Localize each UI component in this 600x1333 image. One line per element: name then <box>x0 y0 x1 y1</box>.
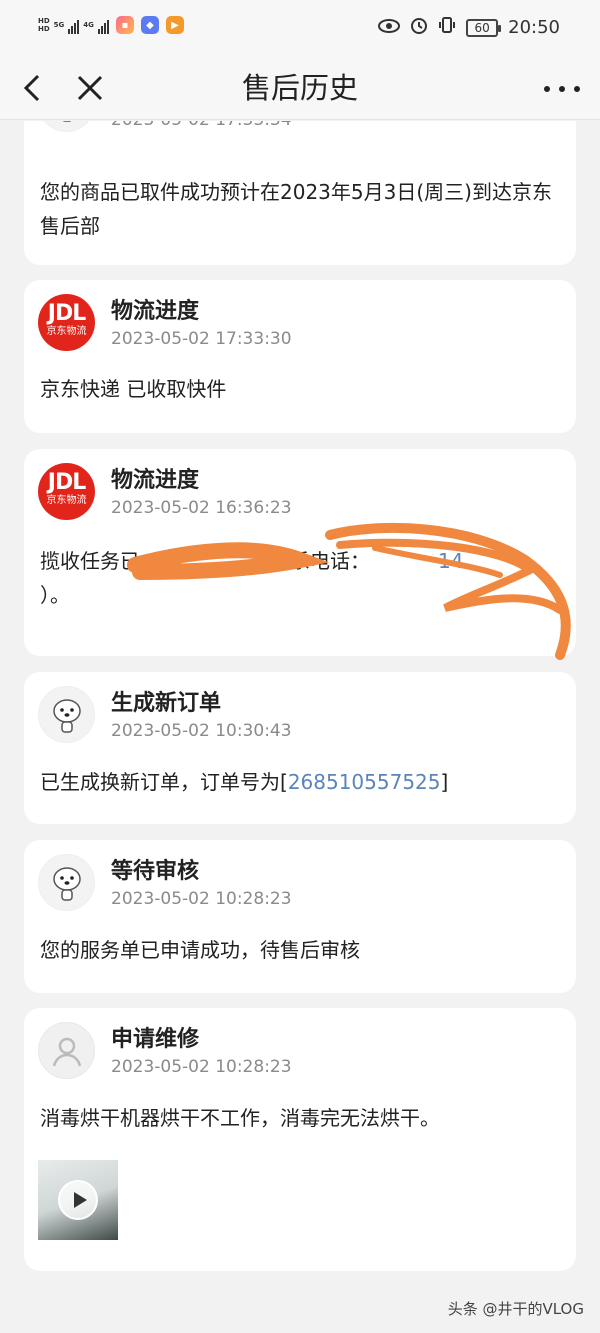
jdl-logo-text: JDL <box>47 470 86 495</box>
more-dots-icon <box>544 86 550 92</box>
card-message: 揽收任务已 系电话： 14 ）。 <box>40 544 560 612</box>
hd-indicators: HD HD <box>38 17 50 33</box>
message-text-close: ] <box>440 770 449 794</box>
card-timestamp: 2023-05-02 10:30:43 <box>111 721 292 741</box>
watermark: 头条 @井干的VLOG <box>447 1300 584 1318</box>
jd-logistics-logo-icon: JDL 京东物流 <box>38 463 95 520</box>
battery-icon: 60 <box>466 18 502 37</box>
history-card-pending-review: 等待审核 2023-05-02 10:28:23 您的服务单已申请成功，待售后审… <box>24 840 576 993</box>
history-card-new-order: 生成新订单 2023-05-02 10:30:43 已生成换新订单，订单号为[2… <box>24 672 576 824</box>
status-bar: HD HD 5G 4G ▪ ◆ ▶ 60 20:50 <box>0 0 600 58</box>
page-title: 售后历史 <box>241 71 358 105</box>
user-placeholder-icon <box>38 1022 95 1079</box>
message-text-middle: 系电话： <box>290 549 370 573</box>
phone-link[interactable]: 14 <box>438 549 463 573</box>
card-message: 您的商品已取件成功预计在2023年5月3日(周三)到达京东售后部 <box>40 180 552 238</box>
hd-indicator-1: HD <box>38 17 50 25</box>
jdl-logo-text: JDL <box>47 301 86 326</box>
more-options-button[interactable] <box>544 74 580 104</box>
card-title: 物流进度 <box>111 468 200 493</box>
card-title: 生成新订单 <box>111 691 222 716</box>
status-bar-right: 60 20:50 <box>378 16 560 39</box>
status-bar-left: HD HD 5G 4G ▪ ◆ ▶ <box>38 16 184 34</box>
after-sales-history-feed[interactable]: 2023-05-02 17:33:34 您的商品已取件成功预计在2023年5月3… <box>0 121 600 1333</box>
card-title: 物流进度 <box>111 299 200 324</box>
message-text-start: 揽收任务已 <box>40 549 140 573</box>
card-message: 京东快递 已收取快件 <box>40 377 227 401</box>
card-timestamp: 2023-05-02 17:33:34 <box>111 121 292 131</box>
card-title: 等待审核 <box>111 859 200 884</box>
alarm-icon <box>410 16 428 39</box>
more-dot-2 <box>559 86 565 92</box>
video-app-icon: ▶ <box>165 16 184 34</box>
jdl-logo-subtext: 京东物流 <box>46 495 87 506</box>
education-app-icon: ◆ <box>140 16 159 34</box>
navigation-bar: 售后历史 <box>0 58 600 120</box>
app-notification-icon: ▪ <box>115 16 134 34</box>
card-message: 您的服务单已申请成功，待售后审核 <box>40 938 360 962</box>
jdl-logo-subtext: 京东物流 <box>46 326 87 337</box>
eye-comfort-icon <box>378 17 401 38</box>
card-timestamp: 2023-05-02 16:36:23 <box>111 498 292 518</box>
history-card-logistics-2: JDL 京东物流 物流进度 2023-05-02 16:36:23 揽收任务已 系… <box>24 449 576 656</box>
card-timestamp: 2023-05-02 17:33:30 <box>111 329 292 349</box>
history-card-repair-request: 申请维修 2023-05-02 10:28:23 消毒烘干机器烘干不工作，消毒完… <box>24 1008 576 1271</box>
more-dot-3 <box>574 86 580 92</box>
network-type-4g: 4G <box>83 21 94 29</box>
order-number-link[interactable]: 268510557525 <box>288 770 441 794</box>
video-thumbnail[interactable] <box>38 1160 118 1240</box>
jd-dog-icon <box>38 686 95 743</box>
history-card-pickup: 2023-05-02 17:33:34 您的商品已取件成功预计在2023年5月3… <box>24 121 576 265</box>
signal-icon <box>68 16 80 34</box>
card-timestamp: 2023-05-02 10:28:23 <box>111 889 292 909</box>
clock-time: 20:50 <box>508 17 560 38</box>
message-text-end: ）。 <box>40 583 70 607</box>
history-card-logistics-1: JDL 京东物流 物流进度 2023-05-02 17:33:30 京东快递 已… <box>24 280 576 433</box>
jd-dog-icon <box>38 121 95 132</box>
jd-dog-icon <box>38 854 95 911</box>
signal-icon-2 <box>97 16 109 34</box>
card-timestamp: 2023-05-02 10:28:23 <box>111 1057 292 1077</box>
play-icon <box>58 1180 98 1220</box>
card-message: 消毒烘干机器烘干不工作，消毒完无法烘干。 <box>40 1106 440 1130</box>
jd-logistics-logo-icon: JDL 京东物流 <box>38 294 95 351</box>
hd-indicator-2: HD <box>38 25 50 33</box>
card-message: 已生成换新订单，订单号为[268510557525] <box>40 765 560 799</box>
network-type-5g: 5G <box>53 21 65 29</box>
message-text: 已生成换新订单，订单号为[ <box>40 770 288 794</box>
card-title: 申请维修 <box>111 1027 200 1052</box>
vibrate-icon <box>438 16 456 39</box>
